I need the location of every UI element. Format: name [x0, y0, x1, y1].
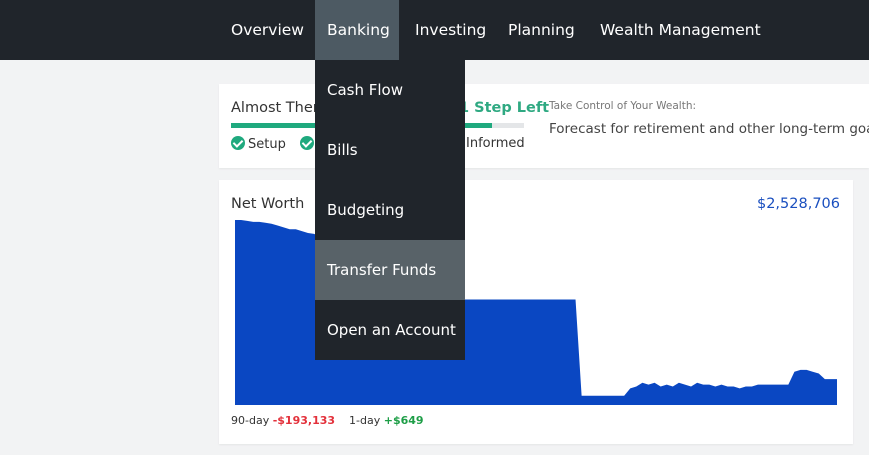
period-90-label: 90-day [231, 414, 270, 427]
top-navigation: Overview Banking Investing Planning Weal… [0, 0, 869, 60]
check-circle-icon [231, 136, 245, 150]
net-worth-title: Net Worth [231, 196, 305, 212]
wealth-subtitle: Take Control of Your Wealth: [549, 100, 697, 112]
setup-step: Setup [231, 136, 317, 154]
nav-overview[interactable]: Overview [219, 0, 316, 60]
banking-dropdown-menu: Cash Flow Bills Budgeting Transfer Funds… [315, 60, 465, 360]
nav-wealth-management[interactable]: Wealth Management [588, 0, 773, 60]
progress-title: Almost There [231, 100, 328, 116]
check-circle-icon [299, 136, 314, 150]
menu-item-cash-flow[interactable]: Cash Flow [315, 60, 465, 120]
setup-step-label: Setup [248, 137, 286, 152]
nav-banking[interactable]: Banking [315, 0, 399, 60]
net-worth-change-summary: 90-day -$193,133 1-day +$649 [231, 414, 424, 427]
steps-left-label: 1 Step Left [459, 100, 550, 116]
menu-item-budgeting[interactable]: Budgeting [315, 180, 465, 240]
period-90-value: -$193,133 [272, 414, 336, 427]
period-1-value: +$649 [383, 414, 424, 427]
period-1-label: 1-day [349, 414, 381, 427]
menu-item-bills[interactable]: Bills [315, 120, 465, 180]
informed-step-label: Informed [466, 136, 525, 151]
net-worth-value: $2,528,706 [756, 196, 840, 212]
nav-planning[interactable]: Planning [496, 0, 587, 60]
menu-item-open-an-account[interactable]: Open an Account [315, 300, 465, 360]
wealth-description[interactable]: Forecast for retirement and other long-t… [549, 121, 869, 137]
menu-item-transfer-funds[interactable]: Transfer Funds [315, 240, 465, 300]
nav-investing[interactable]: Investing [403, 0, 498, 60]
